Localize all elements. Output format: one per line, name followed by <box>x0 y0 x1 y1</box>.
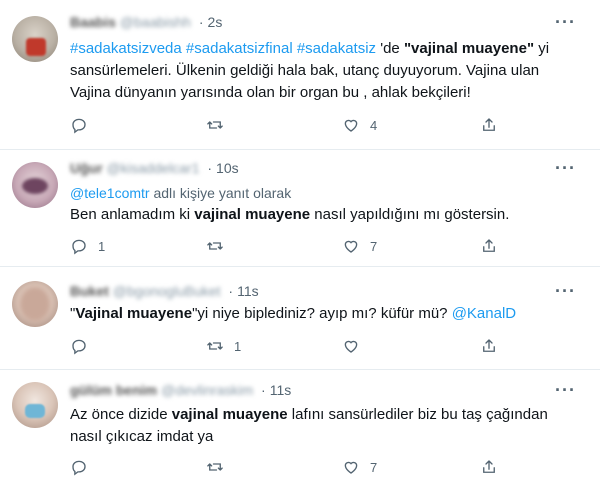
timestamp[interactable]: 2s <box>208 14 223 30</box>
share-button[interactable] <box>480 458 498 476</box>
tweet-1[interactable]: Baabis @baabishh · 2s ··· #sadakatsizveda … <box>0 0 600 150</box>
tweet-text: "Vajinal muayene"yi niye biplediniz? ayı… <box>70 303 582 325</box>
like-button[interactable]: 7 <box>342 237 377 255</box>
tweet-text: Ben anlamadım ki vajinal muayene nasıl y… <box>70 204 582 226</box>
share-button[interactable] <box>480 337 498 355</box>
tweet-2[interactable]: Uğur @kisaddelcar1 · 10s ··· @tele1comtr a… <box>0 150 600 267</box>
author-handle[interactable]: @kisaddelcar1 <box>107 160 200 176</box>
retweet-icon <box>207 463 223 471</box>
action-bar: 1 <box>70 337 500 357</box>
more-options-icon[interactable]: ··· <box>555 158 576 179</box>
avatar[interactable] <box>12 281 58 327</box>
author-handle[interactable]: @devlinraskim <box>161 382 253 398</box>
more-options-icon[interactable]: ··· <box>555 281 576 302</box>
timestamp[interactable]: 10s <box>216 160 239 176</box>
like-button[interactable]: 7 <box>342 458 377 476</box>
retweet-icon <box>207 242 223 250</box>
more-options-icon[interactable]: ··· <box>555 12 576 33</box>
reply-context-text: adlı kişiye yanıt olarak <box>149 185 292 201</box>
avatar[interactable] <box>12 16 58 62</box>
timestamp[interactable]: 11s <box>237 283 259 299</box>
share-icon <box>483 339 495 352</box>
reply-button[interactable] <box>70 337 98 355</box>
hashtag[interactable]: #sadakatsiz <box>297 40 376 57</box>
separator-dot: · <box>207 160 213 176</box>
reply-icon <box>72 118 86 134</box>
text-segment: Ben anlamadım ki <box>70 206 195 223</box>
author-name[interactable]: Buket <box>70 283 109 299</box>
tweet-3[interactable]: Buket @bgonogluBuket · 11s ··· "Vajinal mu… <box>0 267 600 370</box>
share-icon <box>483 118 495 131</box>
bold-text: Vajinal muayene <box>75 305 193 322</box>
avatar[interactable] <box>12 382 58 428</box>
like-count: 7 <box>370 459 378 475</box>
tweet-header: Buket @bgonogluBuket · 11s ··· <box>70 281 588 303</box>
separator-dot: · <box>228 283 234 299</box>
like-count: 7 <box>370 238 378 254</box>
mention-link[interactable]: @KanalD <box>452 305 516 322</box>
retweet-button[interactable] <box>206 116 234 134</box>
like-button[interactable]: 4 <box>342 116 377 134</box>
retweet-count: 1 <box>234 338 242 354</box>
reply-context: @tele1comtr adlı kişiye yanıt olarak <box>70 182 582 204</box>
author-name[interactable]: Uğur <box>70 160 103 176</box>
share-icon <box>483 239 495 252</box>
retweet-button[interactable] <box>206 237 234 255</box>
reply-icon <box>72 339 86 355</box>
hashtag[interactable]: #sadakatsizveda <box>70 40 182 57</box>
action-bar: 1 7 <box>70 237 500 257</box>
share-button[interactable] <box>480 116 498 134</box>
action-bar: 7 <box>70 458 500 478</box>
tweet-header: Baabis @baabishh · 2s ··· <box>70 12 588 34</box>
author-handle[interactable]: @bgonogluBuket <box>113 283 221 299</box>
separator-dot: · <box>198 14 204 30</box>
text-segment: Az önce dizide <box>70 406 172 423</box>
retweet-button[interactable]: 1 <box>206 337 241 355</box>
tweet-text: Az önce dizide vajinal muayene lafını sa… <box>70 404 582 448</box>
reply-icon <box>72 460 86 476</box>
like-icon <box>344 119 358 132</box>
avatar[interactable] <box>12 162 58 208</box>
bold-text: vajinal muayene <box>171 406 288 423</box>
tweet-header: Uğur @kisaddelcar1 · 10s ··· <box>70 158 588 180</box>
share-button[interactable] <box>480 237 498 255</box>
bold-text: "vajinal muayene" <box>403 40 535 57</box>
bold-text: vajinal muayene <box>194 206 311 223</box>
reply-count: 1 <box>98 238 106 254</box>
tweet-header: gülüm benim @devlinraskim · 11s ··· <box>70 380 588 402</box>
author-name[interactable]: gülüm benim <box>70 382 157 398</box>
reply-button[interactable] <box>70 458 98 476</box>
hashtag[interactable]: #sadakatsizfinal <box>186 40 293 57</box>
action-bar: 4 <box>70 116 500 136</box>
like-icon <box>344 461 358 474</box>
text-segment: "yi niye biplediniz? ayıp mı? küfür mü? <box>192 305 452 322</box>
separator-dot: · <box>261 382 266 398</box>
like-button[interactable] <box>342 337 370 355</box>
text-segment: nasıl yapıldığını mı göstersin. <box>310 206 510 223</box>
timestamp[interactable]: 11s <box>270 382 292 398</box>
retweet-icon <box>207 121 223 129</box>
reply-icon <box>72 239 86 255</box>
retweet-button[interactable] <box>206 458 234 476</box>
author-name[interactable]: Baabis <box>70 14 116 30</box>
tweet-4[interactable]: gülüm benim @devlinraskim · 11s ··· Az önc… <box>0 370 600 492</box>
tweet-text: #sadakatsizveda #sadakatsizfinal #sadaka… <box>70 38 582 104</box>
like-icon <box>344 240 358 253</box>
like-icon <box>344 340 358 353</box>
text-segment: 'de <box>376 40 404 57</box>
reply-button[interactable]: 1 <box>70 237 105 255</box>
author-handle[interactable]: @baabishh <box>120 14 191 30</box>
retweet-icon <box>207 342 223 350</box>
like-count: 4 <box>370 117 378 133</box>
more-options-icon[interactable]: ··· <box>555 380 576 401</box>
share-icon <box>483 460 495 473</box>
reply-button[interactable] <box>70 116 98 134</box>
reply-to-mention[interactable]: @tele1comtr <box>70 185 150 201</box>
